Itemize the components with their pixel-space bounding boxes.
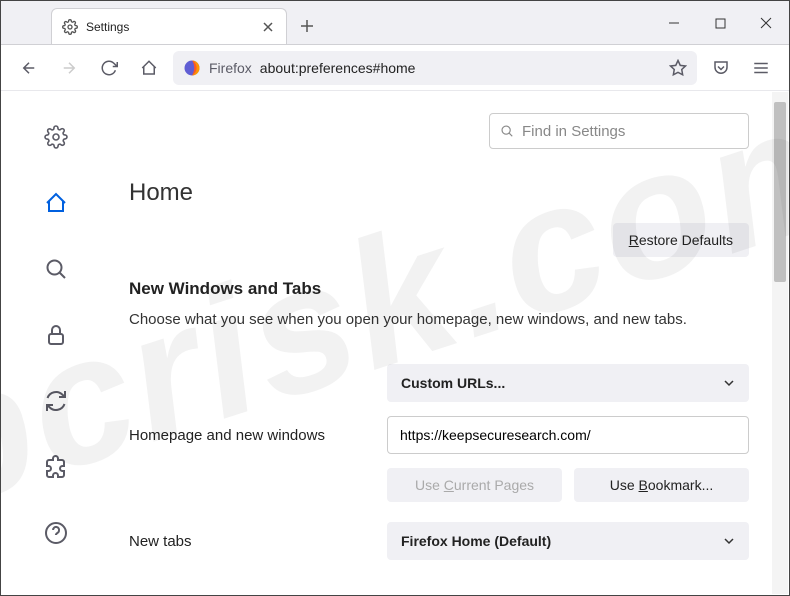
newtabs-dropdown[interactable]: Firefox Home (Default) xyxy=(387,522,749,560)
section-title: New Windows and Tabs xyxy=(129,279,749,299)
use-current-pages-button[interactable]: Use Current Pages xyxy=(387,468,562,502)
bookmark-star-icon[interactable] xyxy=(669,59,687,77)
sidebar-item-search[interactable] xyxy=(40,253,72,285)
menu-button[interactable] xyxy=(745,52,777,84)
new-tab-button[interactable] xyxy=(293,12,321,40)
window-controls xyxy=(651,1,789,45)
back-button[interactable] xyxy=(13,52,45,84)
page-heading: Home xyxy=(129,179,749,207)
reload-button[interactable] xyxy=(93,52,125,84)
chevron-down-icon xyxy=(723,535,735,547)
home-button[interactable] xyxy=(133,52,165,84)
tab-title: Settings xyxy=(86,20,260,34)
search-input[interactable]: Find in Settings xyxy=(489,113,749,149)
titlebar: Settings xyxy=(1,1,789,45)
sidebar-item-extensions[interactable] xyxy=(40,451,72,483)
homepage-dropdown[interactable]: Custom URLs... xyxy=(387,364,749,402)
search-placeholder: Find in Settings xyxy=(522,123,625,140)
scrollbar[interactable] xyxy=(772,92,788,594)
minimize-button[interactable] xyxy=(651,1,697,45)
url-bar[interactable]: Firefox about:preferences#home xyxy=(173,51,697,85)
sidebar-item-general[interactable] xyxy=(40,121,72,153)
browser-tab[interactable]: Settings xyxy=(51,8,287,44)
search-icon xyxy=(500,124,514,138)
scrollbar-thumb[interactable] xyxy=(774,102,786,282)
restore-defaults-button[interactable]: Restore Defaults xyxy=(613,223,749,257)
pocket-button[interactable] xyxy=(705,52,737,84)
chevron-down-icon xyxy=(723,377,735,389)
close-icon[interactable] xyxy=(260,19,276,35)
homepage-label: Homepage and new windows xyxy=(129,427,375,444)
section-description: Choose what you see when you open your h… xyxy=(129,309,749,330)
firefox-icon xyxy=(183,59,201,77)
toolbar: Firefox about:preferences#home xyxy=(1,45,789,91)
homepage-url-input[interactable] xyxy=(387,416,749,454)
sidebar-item-sync[interactable] xyxy=(40,385,72,417)
maximize-button[interactable] xyxy=(697,1,743,45)
gear-icon xyxy=(62,19,78,35)
forward-button[interactable] xyxy=(53,52,85,84)
main-panel: Find in Settings Home Restore Defaults N… xyxy=(111,91,789,595)
sidebar-item-home[interactable] xyxy=(40,187,72,219)
url-origin: Firefox xyxy=(209,60,252,76)
sidebar-item-help[interactable] xyxy=(40,517,72,549)
sidebar-item-privacy[interactable] xyxy=(40,319,72,351)
url-path: about:preferences#home xyxy=(260,60,416,76)
window-close-button[interactable] xyxy=(743,1,789,45)
content: Find in Settings Home Restore Defaults N… xyxy=(1,91,789,595)
use-bookmark-button[interactable]: Use Bookmark... xyxy=(574,468,749,502)
newtabs-label: New tabs xyxy=(129,533,375,550)
sidebar xyxy=(1,91,111,595)
